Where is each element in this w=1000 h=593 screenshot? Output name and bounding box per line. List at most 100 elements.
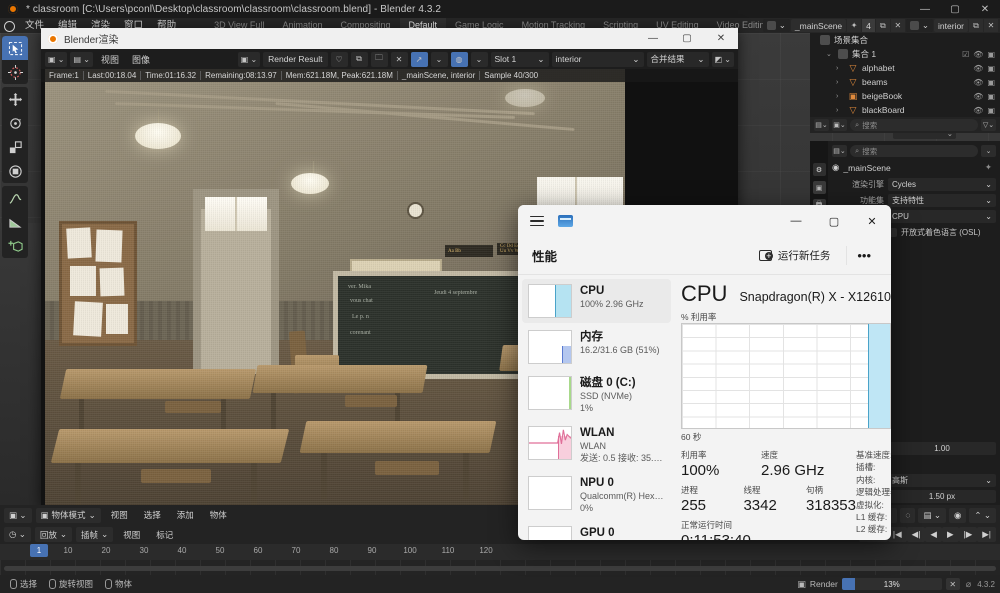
- blur-value-field[interactable]: 1.00: [888, 442, 996, 455]
- render-minimize-button[interactable]: —: [636, 28, 670, 49]
- render-slot-dropdown[interactable]: ⌄: [431, 52, 448, 67]
- outliner-row-alphabet[interactable]: › ▽ alphabet 👁▣: [810, 61, 1000, 75]
- outliner-filter-id-icon[interactable]: ▣⌄: [832, 119, 847, 131]
- run-new-task-button[interactable]: 运行新任务: [751, 244, 839, 267]
- outliner-filter-icon[interactable]: ▽⌄: [981, 119, 996, 131]
- fake-user-icon[interactable]: ♡: [331, 52, 348, 67]
- timeline-menu-marker[interactable]: 标记: [150, 529, 179, 541]
- pin-scene-icon[interactable]: ✦: [847, 19, 861, 32]
- chevron-right-icon[interactable]: ›: [836, 107, 844, 114]
- remove-view-layer-icon[interactable]: ✕: [984, 19, 998, 32]
- task-manager-window[interactable]: — ▢ ✕ 性能 运行新任务 ••• CPU 10: [518, 205, 891, 540]
- tm-maximize-button[interactable]: ▢: [815, 205, 853, 237]
- eye-icon[interactable]: 👁: [973, 78, 983, 87]
- scene-name-field[interactable]: _mainScene: [791, 19, 846, 32]
- properties-editor-type-icon[interactable]: ▤⌄: [832, 145, 847, 157]
- eye-icon[interactable]: 👁: [973, 92, 983, 101]
- camera-icon[interactable]: ▣: [987, 92, 995, 101]
- render-slot-select[interactable]: Slot 1⌄: [491, 52, 549, 67]
- filter-type-select[interactable]: 高斯⌄: [888, 474, 996, 487]
- render-engine-select[interactable]: Cycles⌄: [888, 178, 996, 191]
- tool-scale[interactable]: [2, 135, 28, 159]
- resource-item-cpu[interactable]: CPU 100% 2.96 GHz: [522, 279, 671, 323]
- keying-menu[interactable]: 插帧 ⌄: [76, 527, 113, 542]
- resource-item-memory[interactable]: 内存 16.2/31.6 GB (51%): [522, 325, 671, 369]
- copy-scene-icon[interactable]: ⧉: [876, 19, 890, 32]
- tool-transform[interactable]: [2, 159, 28, 183]
- render-pass-select[interactable]: 合并结果⌄: [647, 52, 709, 67]
- properties-options-icon[interactable]: ⌄: [981, 145, 996, 157]
- current-frame-indicator[interactable]: 1: [30, 544, 48, 557]
- scene-users-count[interactable]: 4: [862, 19, 875, 32]
- scene-browse-icon[interactable]: ⌄: [763, 19, 790, 32]
- unlink-image-icon[interactable]: ✕: [391, 52, 408, 67]
- playback-menu[interactable]: 回放 ⌄: [35, 527, 72, 542]
- outliner-row-beigebook[interactable]: › ▣ beigeBook 👁▣: [810, 89, 1000, 103]
- resource-item-disk[interactable]: 磁盘 0 (C:) SSD (NVMe) 1%: [522, 371, 671, 419]
- timeline-menu-view[interactable]: 视图: [117, 529, 146, 541]
- color-dropdown[interactable]: ⌄: [471, 52, 488, 67]
- unlink-scene-icon[interactable]: ✕: [891, 19, 905, 32]
- outliner-scene-collection[interactable]: 场景集合: [810, 33, 1000, 47]
- camera-icon[interactable]: ▣: [987, 64, 995, 73]
- chevron-right-icon[interactable]: ›: [836, 79, 844, 86]
- menu-view[interactable]: 视图: [96, 53, 124, 66]
- display-mode-icon[interactable]: ▤ ⌄: [70, 52, 92, 67]
- editor-type-selector[interactable]: ▣ ⌄: [4, 508, 32, 523]
- close-button[interactable]: ✕: [970, 0, 1000, 18]
- viewport-menu-view[interactable]: 视图: [105, 509, 134, 521]
- feature-set-select[interactable]: 支持特性⌄: [888, 194, 996, 207]
- render-slot-icon[interactable]: ↗: [411, 52, 428, 67]
- open-image-icon[interactable]: 🗀: [371, 52, 388, 67]
- shading-options-icon[interactable]: ⌃ ⌄: [969, 508, 996, 523]
- tm-close-button[interactable]: ✕: [853, 205, 891, 237]
- minimize-button[interactable]: —: [910, 0, 940, 18]
- tool-add-cube[interactable]: [2, 234, 28, 258]
- jump-end-icon[interactable]: ▶|: [977, 527, 996, 542]
- timeline-ruler[interactable]: 1 10 20 30 40 50 60 70 80 90 100 110 120: [0, 544, 1000, 560]
- outliner-row-blackboard[interactable]: › ▽ blackBoard 👁▣: [810, 103, 1000, 117]
- tool-measure[interactable]: [2, 210, 28, 234]
- copy-view-layer-icon[interactable]: ⧉: [969, 19, 983, 32]
- checkbox-icon[interactable]: ☑: [962, 50, 969, 59]
- tool-cursor[interactable]: [2, 60, 28, 84]
- new-image-icon[interactable]: ⧉: [351, 52, 368, 67]
- view-layer-browse-icon[interactable]: ⌄: [906, 19, 933, 32]
- viewport-menu-object[interactable]: 物体: [204, 509, 233, 521]
- resource-item-wlan[interactable]: WLAN WLAN 发送: 0.5 接收: 35.2 M: [522, 421, 671, 469]
- zoom-tools-icon[interactable]: ◩ ⌄: [712, 52, 734, 67]
- pin-icon[interactable]: ✦: [985, 162, 996, 173]
- tool-rotate[interactable]: [2, 111, 28, 135]
- cancel-render-button[interactable]: ✕: [946, 578, 960, 590]
- tab-tool-properties[interactable]: ⚙: [813, 163, 826, 176]
- viewport-menu-select[interactable]: 选择: [138, 509, 167, 521]
- osl-checkbox[interactable]: 开放式着色语言 (OSL): [888, 227, 996, 238]
- shading-solid-icon[interactable]: ◉: [949, 508, 966, 523]
- properties-search-input[interactable]: ⌕ 搜索: [850, 145, 978, 157]
- interaction-mode-select[interactable]: ▣ 物体模式 ⌄: [36, 508, 101, 523]
- view-layer-name-field[interactable]: interior: [934, 19, 968, 32]
- device-select[interactable]: CPU⌄: [888, 210, 996, 223]
- next-keyframe-icon[interactable]: |▶: [959, 527, 978, 542]
- play-reverse-icon[interactable]: ◀: [925, 527, 942, 542]
- proportional-edit-icon[interactable]: ◌: [900, 508, 915, 523]
- tab-render-properties[interactable]: ▣: [813, 181, 826, 194]
- resource-item-gpu[interactable]: GPU 0 Qualcomm(R) Adreno. 12%: [522, 521, 671, 540]
- tm-minimize-button[interactable]: —: [777, 205, 815, 237]
- tool-move[interactable]: [2, 87, 28, 111]
- render-maximize-button[interactable]: ▢: [670, 28, 704, 49]
- view-layer-select[interactable]: interior⌄: [552, 52, 644, 67]
- color-management-icon[interactable]: ◍: [451, 52, 468, 67]
- proportional-falloff-icon[interactable]: ▤ ⌄: [918, 508, 946, 523]
- render-result-name[interactable]: Render Result: [263, 52, 327, 67]
- timeline-scrollbar[interactable]: [4, 566, 996, 571]
- chevron-right-icon[interactable]: ›: [836, 93, 844, 100]
- render-close-button[interactable]: ✕: [704, 28, 738, 49]
- chevron-right-icon[interactable]: ›: [836, 65, 844, 72]
- image-browse-icon[interactable]: ▣ ⌄: [238, 52, 260, 67]
- viewport-menu-add[interactable]: 添加: [171, 509, 200, 521]
- editor-type-icon[interactable]: ▣ ⌄: [45, 52, 67, 67]
- tool-annotate[interactable]: [2, 186, 28, 210]
- camera-icon[interactable]: ▣: [987, 106, 995, 115]
- camera-icon[interactable]: ▣: [987, 78, 995, 87]
